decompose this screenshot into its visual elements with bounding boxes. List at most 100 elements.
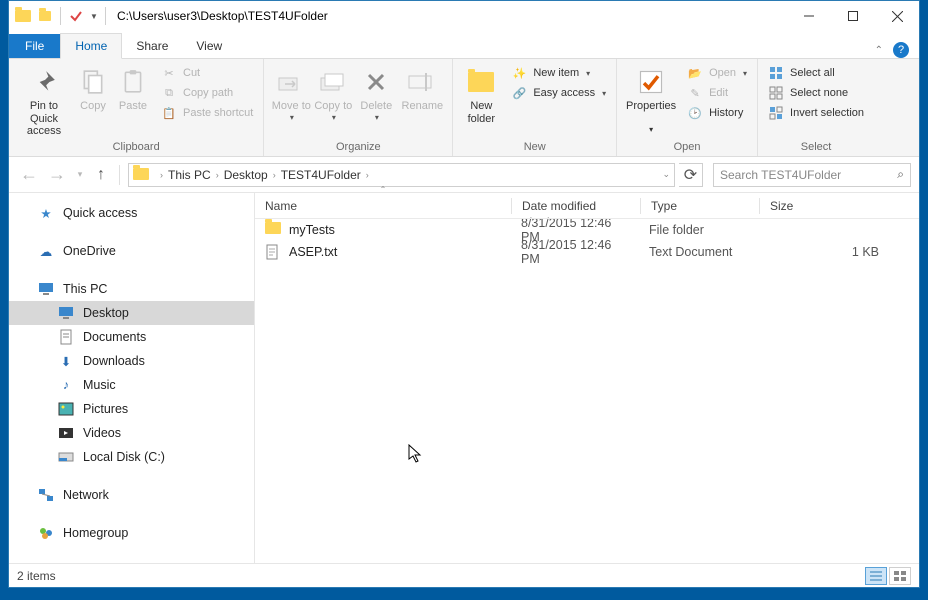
properties-qat-icon[interactable]: [66, 6, 86, 26]
text-file-icon: [265, 244, 281, 260]
search-placeholder: Search TEST4UFolder: [720, 168, 841, 182]
star-icon: ★: [37, 205, 55, 221]
address-dropdown[interactable]: ⌄: [662, 169, 670, 180]
refresh-button[interactable]: ⟳: [679, 163, 703, 187]
navigation-pane[interactable]: ★Quick access ☁OneDrive This PC Desktop …: [9, 193, 255, 563]
separator: [60, 7, 61, 25]
column-size[interactable]: Size: [760, 199, 919, 213]
item-count: 2 items: [17, 569, 56, 583]
history-icon: 🕑: [687, 105, 703, 121]
file-tab[interactable]: File: [9, 34, 60, 58]
ribbon: Pin to Quick access Copy Paste ✂Cut ⧉Cop…: [9, 59, 919, 157]
select-group: Select all Select none Invert selection …: [758, 59, 874, 156]
column-date-modified[interactable]: Date modified: [512, 199, 640, 213]
invert-selection-button[interactable]: Invert selection: [764, 104, 868, 122]
properties-button[interactable]: Properties▾: [623, 62, 679, 134]
nav-network[interactable]: Network: [9, 483, 254, 507]
back-button[interactable]: ←: [17, 163, 41, 187]
details-view-button[interactable]: [865, 567, 887, 585]
chevron-right-icon[interactable]: ›: [366, 170, 369, 180]
nav-desktop[interactable]: Desktop: [9, 301, 254, 325]
search-icon: ⌕: [897, 167, 904, 182]
search-input[interactable]: Search TEST4UFolder ⌕: [713, 163, 911, 187]
new-folder-button[interactable]: New folder: [459, 62, 503, 125]
delete-button[interactable]: Delete▾: [354, 62, 398, 122]
desktop-icon: [57, 305, 75, 321]
sort-indicator-icon: ⌃: [380, 185, 387, 194]
select-all-button[interactable]: Select all: [764, 64, 868, 82]
nav-downloads[interactable]: ⬇Downloads: [9, 349, 254, 373]
edit-button[interactable]: ✎Edit: [683, 84, 751, 102]
column-type[interactable]: Type: [641, 199, 759, 213]
breadcrumb-bar[interactable]: › This PC › Desktop › TEST4UFolder › ⌄: [128, 163, 675, 187]
home-tab[interactable]: Home: [60, 33, 122, 59]
status-bar: 2 items: [9, 563, 919, 587]
select-none-button[interactable]: Select none: [764, 84, 868, 102]
maximize-button[interactable]: [831, 1, 875, 31]
copy-to-button[interactable]: Copy to▾: [312, 62, 354, 122]
qat-customize-dropdown[interactable]: ▼: [88, 10, 100, 22]
column-name[interactable]: Name⌃: [255, 199, 511, 213]
up-button[interactable]: ↑: [91, 165, 111, 185]
recent-locations-dropdown[interactable]: ▾: [73, 163, 87, 187]
file-rows[interactable]: myTests 8/31/2015 12:46 PM File folder A…: [255, 219, 919, 563]
nav-documents[interactable]: Documents: [9, 325, 254, 349]
scissors-icon: ✂: [161, 65, 177, 81]
breadcrumb-segment[interactable]: TEST4UFolder: [281, 168, 361, 182]
select-all-icon: [768, 65, 784, 81]
copy-to-icon: [317, 66, 349, 98]
paste-shortcut-button[interactable]: 📋Paste shortcut: [157, 104, 257, 122]
history-button[interactable]: 🕑History: [683, 104, 751, 122]
list-item[interactable]: ASEP.txt 8/31/2015 12:46 PM Text Documen…: [255, 241, 919, 263]
new-item-button[interactable]: ✨New item▾: [507, 64, 610, 82]
copy-path-button[interactable]: ⧉Copy path: [157, 84, 257, 102]
nav-videos[interactable]: Videos: [9, 421, 254, 445]
collapse-ribbon-button[interactable]: ⌃: [875, 45, 883, 56]
computer-icon: [37, 281, 55, 297]
nav-pictures[interactable]: Pictures: [9, 397, 254, 421]
nav-homegroup[interactable]: Homegroup: [9, 521, 254, 545]
close-button[interactable]: [875, 1, 919, 31]
column-headers: Name⌃ Date modified Type Size: [255, 193, 919, 219]
help-button[interactable]: ?: [893, 42, 909, 58]
new-group: New folder ✨New item▾ 🔗Easy access▾ New: [453, 59, 617, 156]
thumbnails-view-button[interactable]: [889, 567, 911, 585]
nav-local-disk[interactable]: Local Disk (C:): [9, 445, 254, 469]
clipboard-group: Pin to Quick access Copy Paste ✂Cut ⧉Cop…: [9, 59, 264, 156]
quick-access-toolbar: ▼: [13, 6, 109, 26]
group-label: Select: [764, 139, 868, 156]
videos-icon: [57, 425, 75, 441]
minimize-button[interactable]: [787, 1, 831, 31]
breadcrumb-segment[interactable]: Desktop: [224, 168, 268, 182]
move-to-button[interactable]: Move to▾: [270, 62, 312, 122]
cut-button[interactable]: ✂Cut: [157, 64, 257, 82]
open-button[interactable]: 📂Open▾: [683, 64, 751, 82]
rename-button[interactable]: Rename: [398, 62, 446, 113]
paste-shortcut-icon: 📋: [161, 105, 177, 121]
copy-icon: [77, 66, 109, 98]
nav-quick-access[interactable]: ★Quick access: [9, 201, 254, 225]
forward-button[interactable]: →: [45, 163, 69, 187]
paste-button[interactable]: Paste: [113, 62, 153, 113]
pin-to-quick-access-button[interactable]: Pin to Quick access: [15, 62, 73, 138]
ribbon-tabs: File Home Share View ⌃ ?: [9, 31, 919, 59]
nav-music[interactable]: ♪Music: [9, 373, 254, 397]
nav-onedrive[interactable]: ☁OneDrive: [9, 239, 254, 263]
copy-button[interactable]: Copy: [73, 62, 113, 113]
chevron-right-icon[interactable]: ›: [160, 170, 163, 180]
open-icon: 📂: [687, 65, 703, 81]
explorer-window: ▼ C:\Users\user3\Desktop\TEST4UFolder Fi…: [8, 0, 920, 588]
group-label: Open: [623, 139, 751, 156]
breadcrumb-segment[interactable]: This PC: [168, 168, 211, 182]
easy-access-icon: 🔗: [511, 85, 527, 101]
new-item-icon: ✨: [511, 65, 527, 81]
nav-this-pc[interactable]: This PC: [9, 277, 254, 301]
window-controls: [787, 1, 919, 31]
easy-access-button[interactable]: 🔗Easy access▾: [507, 84, 610, 102]
view-tab[interactable]: View: [182, 34, 236, 58]
homegroup-icon: [37, 525, 55, 541]
chevron-right-icon[interactable]: ›: [216, 170, 219, 180]
chevron-right-icon[interactable]: ›: [273, 170, 276, 180]
share-tab[interactable]: Share: [122, 34, 182, 58]
folder-icon: [13, 6, 33, 26]
